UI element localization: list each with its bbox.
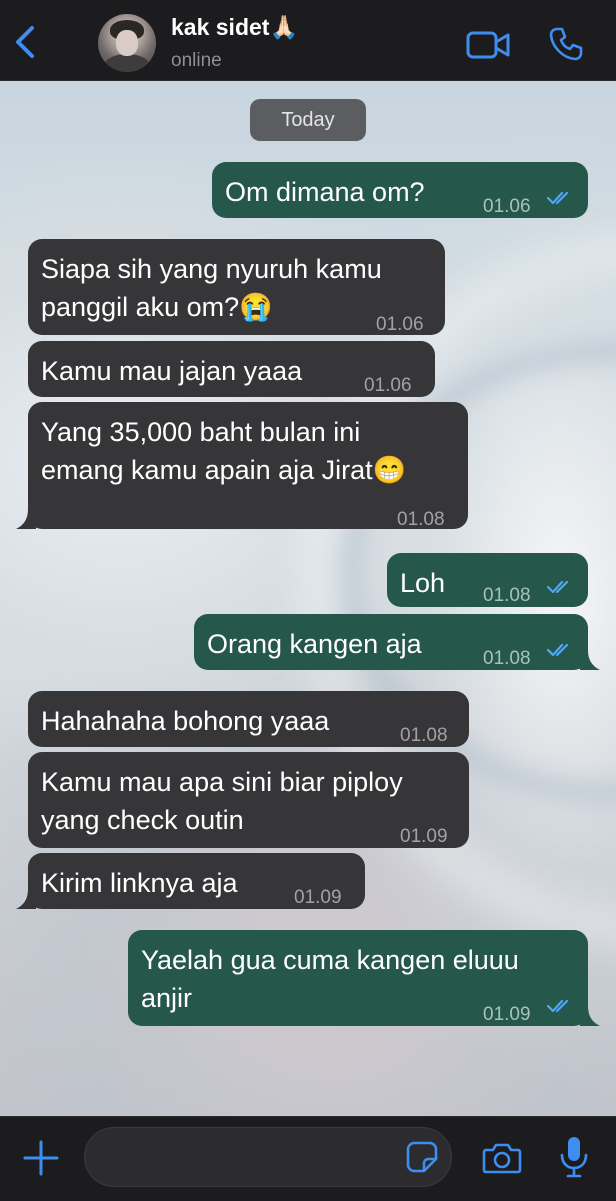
message-bubble-incoming[interactable]: Hahahaha bohong yaaa 01.08 [28,691,469,747]
contact-status: online [171,50,222,71]
message-bubble-outgoing[interactable]: Loh 01.08 [387,553,588,607]
message-bubble-outgoing[interactable]: Orang kangen aja 01.08 [194,614,600,670]
chevron-left-icon[interactable] [10,24,40,60]
message-bubble-incoming[interactable]: Kamu mau jajan yaaa 01.06 [28,341,435,397]
message-text: Orang kangen aja [207,629,422,659]
message-time: 01.06 [364,375,412,396]
message-time: 01.06 [483,196,531,217]
message-text-line: Yaelah gua cuma kangen eluuu [141,945,519,975]
message-text-block: Kamu mau apa sini biar piploy yang check… [41,763,403,839]
sticker-icon[interactable] [406,1141,438,1173]
message-text-line: panggil aku om?😭 [41,292,273,322]
video-camera-icon[interactable] [466,30,510,60]
read-ticks-icon [547,999,569,1013]
read-ticks-icon [547,191,569,205]
message-time: 01.09 [294,887,342,908]
message-text-line: Kamu mau apa sini biar piploy [41,767,403,797]
message-text: Kirim linknya aja [41,868,238,898]
microphone-icon[interactable] [560,1135,588,1179]
folded-hands-emoji: 🙏🏻 [269,14,299,40]
message-text-block: Yang 35,000 baht bulan ini emang kamu ap… [41,413,406,489]
message-text: Om dimana om? [225,177,425,207]
message-text: Hahahaha bohong yaaa [41,706,330,736]
message-text-line: yang check outin [41,805,244,835]
avatar[interactable] [98,14,156,72]
message-time: 01.06 [376,314,424,335]
message-text-line: Siapa sih yang nyuruh kamu [41,254,382,284]
message-text-line: anjir [141,983,193,1013]
bubble-tail [16,509,36,529]
message-bubble-incoming[interactable]: Siapa sih yang nyuruh kamu panggil aku o… [28,239,445,335]
message-text-block: Siapa sih yang nyuruh kamu panggil aku o… [41,250,382,326]
message-time: 01.08 [483,648,531,669]
message-text: Loh [400,568,446,598]
message-time: 01.08 [397,509,445,530]
message-time: 01.09 [400,826,448,847]
message-input[interactable] [84,1127,452,1187]
message-time: 01.09 [483,1004,531,1025]
phone-icon[interactable] [548,26,584,62]
contact-name[interactable]: kak sidet🙏🏻 [171,14,298,41]
message-time: 01.08 [400,725,448,746]
message-text-block: Yaelah gua cuma kangen eluuu anjir [141,941,519,1017]
plus-icon[interactable] [22,1139,60,1177]
camera-icon[interactable] [482,1141,522,1175]
message-text: Kamu mau jajan yaaa [41,356,303,386]
read-ticks-icon [547,580,569,594]
message-bubble-outgoing[interactable]: Yaelah gua cuma kangen eluuu anjir 01.09 [128,930,600,1026]
bubble-tail [16,889,36,909]
message-bubble-incoming[interactable]: Kamu mau apa sini biar piploy yang check… [28,752,469,848]
message-bubble-incoming[interactable]: Kirim linknya aja 01.09 [16,853,365,909]
message-text-line: emang kamu apain aja Jirat😁 [41,455,407,485]
composer-bar [0,1116,616,1201]
contact-name-text: kak sidet [171,14,270,40]
date-separator: Today [250,99,366,141]
bubble-tail [580,1006,600,1026]
message-bubble-outgoing[interactable]: Om dimana om? 01.06 [212,162,588,218]
message-bubble-incoming[interactable]: Yang 35,000 baht bulan ini emang kamu ap… [16,402,468,530]
bubble-tail [580,650,600,670]
chat-header: kak sidet🙏🏻 online [0,0,616,81]
message-time: 01.08 [483,585,531,606]
message-text-line: Yang 35,000 baht bulan ini [41,417,361,447]
read-ticks-icon [547,643,569,657]
